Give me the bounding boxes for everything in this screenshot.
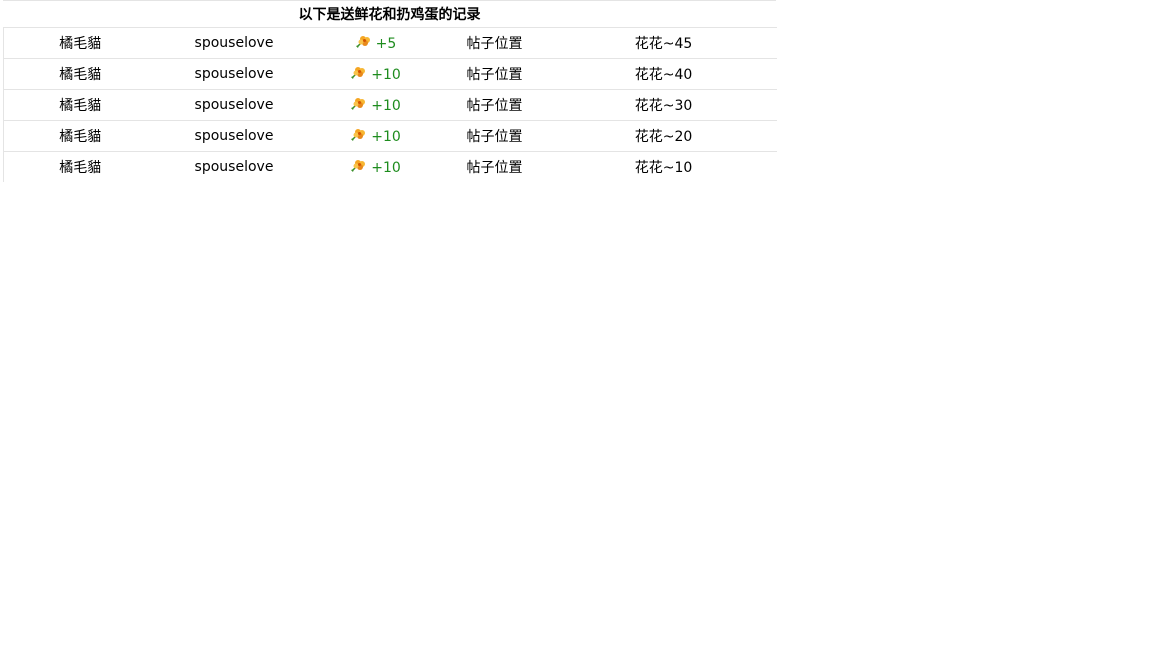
post-location-link[interactable]: 帖子位置 <box>438 58 551 90</box>
flower-amount: +10 <box>371 67 401 83</box>
rater-name[interactable]: 橘毛貓 <box>3 151 157 182</box>
table-row: 橘毛貓 spouselove +5 帖子位置 花花~45 <box>3 27 777 59</box>
table-row: 橘毛貓 spouselove +10 帖子位置 花花~20 <box>3 120 777 152</box>
rating-log-table: 橘毛貓 spouselove +5 帖子位置 花花~45 橘毛貓 spousel… <box>3 27 777 182</box>
flower-icon <box>354 34 372 50</box>
flower-amount: +10 <box>371 160 401 176</box>
table-row: 橘毛貓 spouselove +10 帖子位置 花花~10 <box>3 151 777 182</box>
flower-icon <box>349 127 367 143</box>
post-location-link[interactable]: 帖子位置 <box>438 27 551 59</box>
rater-name[interactable]: 橘毛貓 <box>3 120 157 152</box>
receiver-name[interactable]: spouselove <box>156 89 312 121</box>
table-row: 橘毛貓 spouselove +10 帖子位置 花花~30 <box>3 89 777 121</box>
rating-note: 花花~40 <box>550 58 777 90</box>
rating-note: 花花~20 <box>550 120 777 152</box>
table-row: 橘毛貓 spouselove +10 帖子位置 花花~40 <box>3 58 777 90</box>
flower-amount-cell: +10 <box>311 120 439 152</box>
rating-note: 花花~10 <box>550 151 777 182</box>
flower-amount-cell: +10 <box>311 89 439 121</box>
flower-amount: +5 <box>375 36 397 52</box>
receiver-name[interactable]: spouselove <box>156 120 312 152</box>
rating-note: 花花~45 <box>550 27 777 59</box>
flower-amount: +10 <box>371 98 401 114</box>
post-location-link[interactable]: 帖子位置 <box>438 151 551 182</box>
rater-name[interactable]: 橘毛貓 <box>3 27 157 59</box>
rater-name[interactable]: 橘毛貓 <box>3 89 157 121</box>
flower-amount-cell: +10 <box>311 151 439 182</box>
receiver-name[interactable]: spouselove <box>156 58 312 90</box>
flower-amount: +10 <box>371 129 401 145</box>
rating-log-title: 以下是送鲜花和扔鸡蛋的记录 <box>3 0 776 27</box>
rating-log-panel: 以下是送鲜花和扔鸡蛋的记录 橘毛貓 spouselove +5 帖子位置 花花~… <box>3 0 777 182</box>
rating-note: 花花~30 <box>550 89 777 121</box>
flower-amount-cell: +10 <box>311 58 439 90</box>
flower-icon <box>349 96 367 112</box>
flower-amount-cell: +5 <box>311 27 439 59</box>
rater-name[interactable]: 橘毛貓 <box>3 58 157 90</box>
receiver-name[interactable]: spouselove <box>156 27 312 59</box>
flower-icon <box>349 65 367 81</box>
post-location-link[interactable]: 帖子位置 <box>438 120 551 152</box>
post-location-link[interactable]: 帖子位置 <box>438 89 551 121</box>
flower-icon <box>349 158 367 174</box>
receiver-name[interactable]: spouselove <box>156 151 312 182</box>
